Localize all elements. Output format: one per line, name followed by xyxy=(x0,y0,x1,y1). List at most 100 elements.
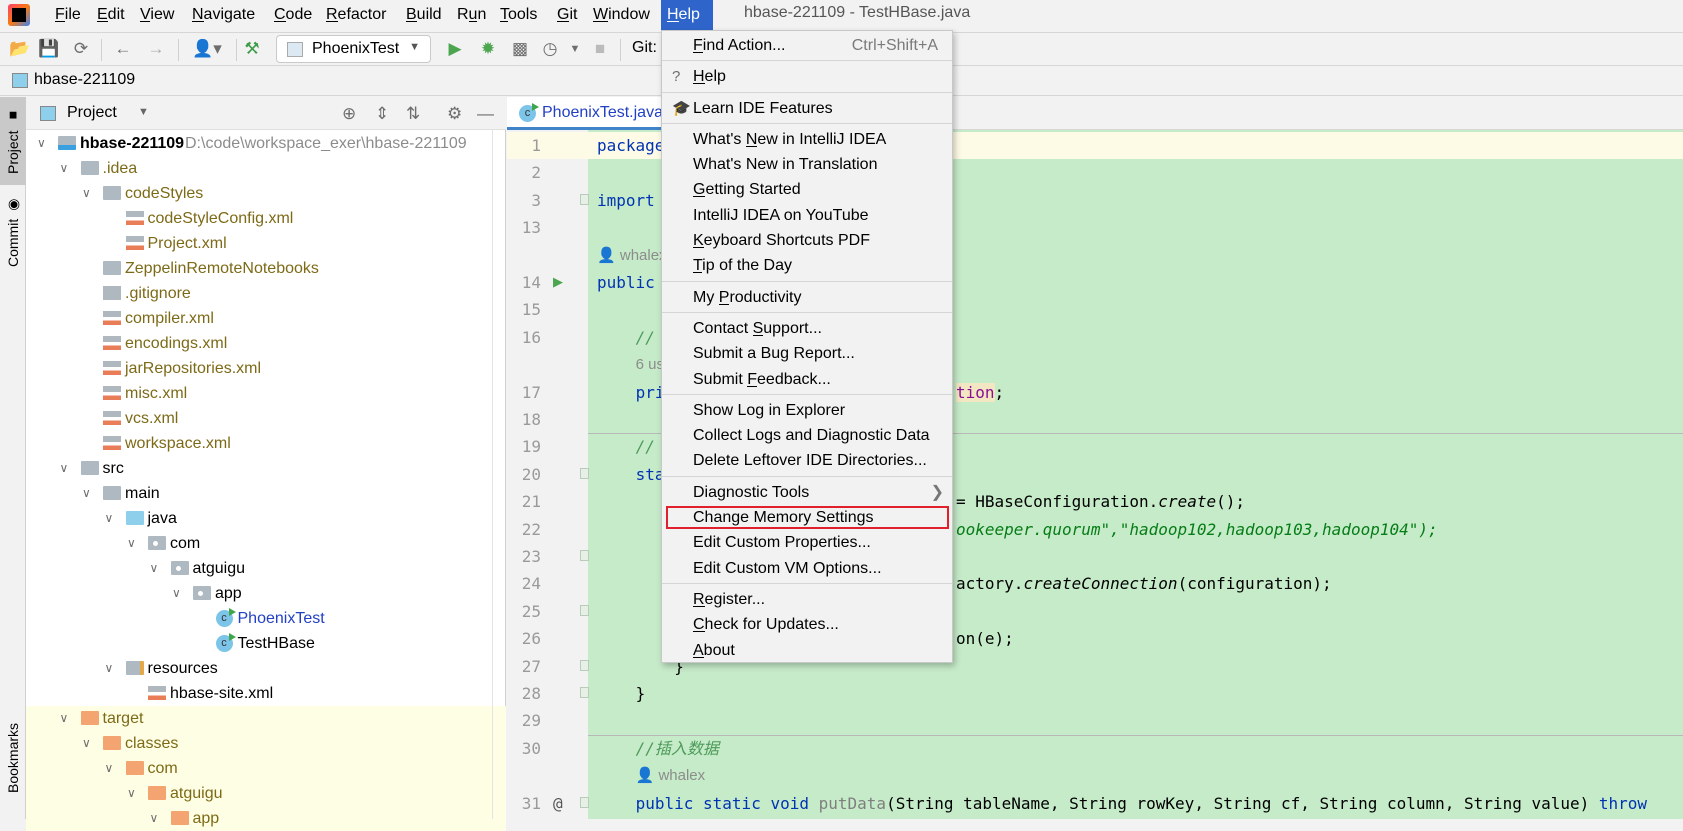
fold-marker-icon[interactable] xyxy=(580,193,589,205)
tree-item[interactable]: misc.xml xyxy=(26,381,506,406)
tree-item[interactable]: ∨ .idea xyxy=(26,156,506,181)
menu-item-edit-custom-vm-options[interactable]: Edit Custom VM Options... xyxy=(662,556,952,581)
fold-marker-icon[interactable] xyxy=(580,659,589,671)
expand-all-icon[interactable]: ⇕ xyxy=(375,104,389,124)
tree-item[interactable]: ∨ main xyxy=(26,481,506,506)
tree-item[interactable]: jarRepositories.xml xyxy=(26,356,506,381)
chevron-down-icon[interactable]: ∨ xyxy=(105,506,114,531)
gear-icon[interactable]: ⚙ xyxy=(447,104,462,124)
tree-item[interactable]: ∨ codeStyles xyxy=(26,181,506,206)
run-gutter-icon[interactable]: ▶ xyxy=(553,269,563,296)
menu-item-help[interactable]: ? Help xyxy=(662,64,952,89)
menu-navigate[interactable]: Navigate xyxy=(192,4,255,26)
code-line[interactable]: 29 xyxy=(507,707,1683,734)
tree-item[interactable]: ∨ resources xyxy=(26,656,506,681)
menu-window[interactable]: Window xyxy=(593,4,650,26)
menu-item-edit-custom-properties[interactable]: Edit Custom Properties... xyxy=(662,530,952,555)
menu-item-intellij-idea-on-youtube[interactable]: IntelliJ IDEA on YouTube xyxy=(662,203,952,228)
chevron-down-icon[interactable]: ∨ xyxy=(60,456,69,481)
chevron-down-icon[interactable]: ∨ xyxy=(82,181,91,206)
fold-marker-icon[interactable] xyxy=(580,687,589,698)
chevron-down-icon[interactable]: ∨ xyxy=(60,156,69,181)
tree-item[interactable]: codeStyleConfig.xml xyxy=(26,206,506,231)
tree-item[interactable]: ∨ classes xyxy=(26,731,506,756)
menu-item-diagnostic-tools[interactable]: Diagnostic Tools ❯ xyxy=(662,480,952,505)
tree-item[interactable]: ∨ atguigu xyxy=(26,781,506,806)
fold-marker-icon[interactable] xyxy=(580,796,589,808)
locate-file-icon[interactable]: ⊕ xyxy=(342,104,356,124)
chevron-down-icon[interactable]: ∨ xyxy=(82,731,91,756)
minimize-icon[interactable]: — xyxy=(477,104,494,124)
open-folder-icon[interactable]: 📂 xyxy=(9,39,30,59)
more-run-options-icon[interactable]: ▼ xyxy=(565,39,585,59)
code-line[interactable]: 30 //插入数据 xyxy=(507,735,1683,762)
menu-item-register[interactable]: Register... xyxy=(662,587,952,612)
menu-item-tip-of-the-day[interactable]: Tip of the Day xyxy=(662,253,952,278)
tree-item[interactable]: ∨ java xyxy=(26,506,506,531)
run-with-coverage-icon[interactable]: ▩ xyxy=(510,39,530,59)
menu-item-my-productivity[interactable]: My Productivity xyxy=(662,285,952,310)
tree-item[interactable]: ∨ app xyxy=(26,581,506,606)
menu-item-find-action[interactable]: Find Action... Ctrl+Shift+A xyxy=(662,33,952,58)
tree-scrollbar-track[interactable] xyxy=(492,130,493,819)
chevron-down-icon[interactable]: ∨ xyxy=(127,531,136,556)
tree-item[interactable]: ∨ hbase-221109 D:\code\workspace_exer\hbas… xyxy=(26,131,506,156)
back-icon[interactable]: ← xyxy=(113,39,133,59)
menu-item-delete-leftover-ide-directories[interactable]: Delete Leftover IDE Directories... xyxy=(662,448,952,473)
chevron-down-icon[interactable]: ▼ xyxy=(138,106,149,118)
menu-view[interactable]: View xyxy=(140,4,174,26)
sync-icon[interactable]: ⟳ xyxy=(71,39,91,59)
forward-icon[interactable]: → xyxy=(146,39,166,59)
menu-edit[interactable]: Edit xyxy=(97,4,125,26)
debug-bug-icon[interactable]: ✹ xyxy=(478,39,498,59)
chevron-down-icon[interactable]: ∨ xyxy=(105,656,114,681)
menu-item-about[interactable]: About xyxy=(662,638,952,663)
build-hammer-icon[interactable]: ⚒ xyxy=(242,39,262,59)
fold-marker-icon[interactable] xyxy=(580,604,589,616)
collapse-all-icon[interactable]: ⇅ xyxy=(406,104,420,124)
tree-item[interactable]: c TestHBase xyxy=(26,631,506,656)
chevron-down-icon[interactable]: ∨ xyxy=(150,556,159,581)
chevron-down-icon[interactable]: ∨ xyxy=(37,131,46,156)
tool-tab-project[interactable]: Project ■ xyxy=(0,97,26,185)
fold-marker-icon[interactable] xyxy=(580,467,589,479)
menu-tools[interactable]: Tools xyxy=(500,4,537,26)
tree-item[interactable]: encodings.xml xyxy=(26,331,506,356)
menu-item-change-memory-settings[interactable]: Change Memory Settings xyxy=(665,505,950,530)
chevron-down-icon[interactable]: ∨ xyxy=(105,756,114,781)
chevron-down-icon[interactable]: ∨ xyxy=(127,781,136,806)
stop-icon[interactable]: ■ xyxy=(590,39,610,59)
profiler-icon[interactable]: ◷ xyxy=(540,39,560,59)
menu-item-what-s-new-in-translation[interactable]: What's New in Translation xyxy=(662,152,952,177)
chevron-down-icon[interactable]: ∨ xyxy=(172,581,181,606)
tree-item[interactable]: Project.xml xyxy=(26,231,506,256)
implements-at-icon[interactable]: @ xyxy=(553,790,563,817)
menu-item-show-log-in-explorer[interactable]: Show Log in Explorer xyxy=(662,398,952,423)
tree-item[interactable]: ∨ com xyxy=(26,756,506,781)
menu-item-submit-feedback[interactable]: Submit Feedback... xyxy=(662,367,952,392)
save-icon[interactable]: 💾 xyxy=(38,39,59,59)
menu-help[interactable]: Help xyxy=(661,0,713,31)
code-line[interactable]: 28} xyxy=(507,680,1683,707)
code-line[interactable]: 31 @ public static void putData(String tab… xyxy=(507,790,1683,817)
menu-item-what-s-new-in-intellij-idea[interactable]: What's New in IntelliJ IDEA xyxy=(662,127,952,152)
menu-item-check-for-updates[interactable]: Check for Updates... xyxy=(662,612,952,637)
user-dropdown-icon[interactable]: 👤▾ xyxy=(190,39,224,59)
menu-item-submit-a-bug-report[interactable]: Submit a Bug Report... xyxy=(662,341,952,366)
menu-item-contact-support[interactable]: Contact Support... xyxy=(662,316,952,341)
run-configuration-select[interactable]: PhoenixTest ▼ xyxy=(276,35,431,63)
chevron-down-icon[interactable]: ∨ xyxy=(82,481,91,506)
tree-item[interactable]: ∨ src xyxy=(26,456,506,481)
tree-item[interactable]: ∨ target xyxy=(26,706,506,731)
tree-item[interactable]: ZeppelinRemoteNotebooks xyxy=(26,256,506,281)
menu-build[interactable]: Build xyxy=(406,4,442,26)
menu-item-learn-ide-features[interactable]: 🎓 Learn IDE Features xyxy=(662,96,952,121)
tree-item[interactable]: vcs.xml xyxy=(26,406,506,431)
project-view-title[interactable]: Project xyxy=(67,104,117,122)
tree-item[interactable]: ∨ atguigu xyxy=(26,556,506,581)
menu-refactor[interactable]: Refactor xyxy=(326,4,386,26)
fold-marker-icon[interactable] xyxy=(580,550,589,561)
tree-item[interactable]: c PhoenixTest xyxy=(26,606,506,631)
menu-code[interactable]: Code xyxy=(274,4,312,26)
run-icon[interactable]: ▶ xyxy=(445,39,465,59)
